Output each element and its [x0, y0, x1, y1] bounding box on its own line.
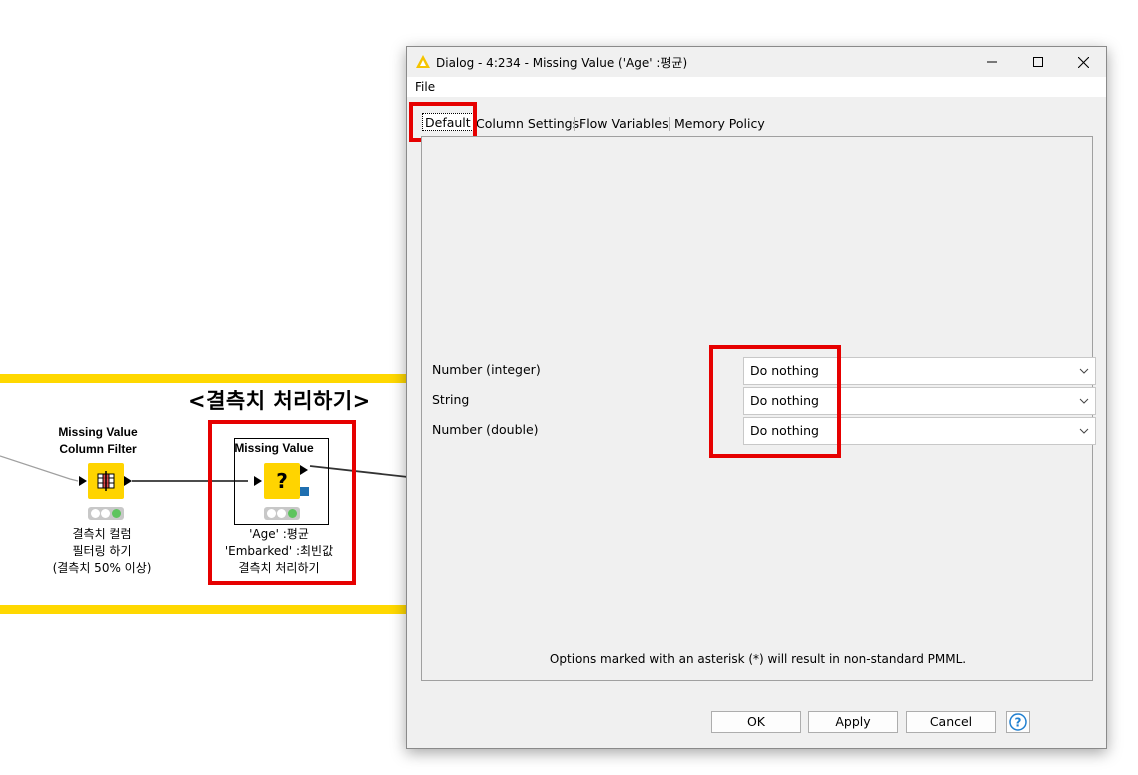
menu-file[interactable]: File	[415, 80, 435, 94]
missing-value-dialog: Dialog - 4:234 - Missing Value ('Age' :평…	[406, 46, 1107, 749]
node1-output-port[interactable]	[124, 476, 132, 486]
pmml-note: Options marked with an asterisk (*) will…	[549, 652, 967, 666]
close-icon	[1077, 56, 1089, 68]
maximize-icon	[1033, 57, 1043, 67]
status-dot-green	[112, 509, 122, 518]
dialog-title: Dialog - 4:234 - Missing Value ('Age' :평…	[436, 56, 688, 70]
node2-highlight	[208, 420, 356, 585]
tab-separator	[669, 117, 670, 131]
node1-label-line1: 결측치 컬럼	[72, 527, 132, 541]
tab-column-settings[interactable]: Column Settings	[476, 115, 579, 133]
svg-text:?: ?	[1015, 716, 1022, 730]
select-values-highlight	[709, 345, 841, 458]
minimize-button[interactable]	[969, 47, 1015, 77]
tab-separator	[574, 117, 575, 131]
tab-memory-policy[interactable]: Memory Policy	[674, 115, 765, 133]
chevron-down-icon	[1079, 428, 1089, 434]
node1-label-line3: (결측치 50% 이상)	[52, 561, 152, 575]
chevron-down-icon	[1079, 398, 1089, 404]
minimize-icon	[987, 61, 997, 63]
node1-input-port[interactable]	[79, 476, 87, 486]
node1-label-line2: 필터링 하기	[72, 544, 132, 558]
close-button[interactable]	[1060, 47, 1106, 77]
node1-icon[interactable]	[88, 463, 124, 499]
status-dot-yellow	[101, 509, 111, 518]
number-double-label: Number (double)	[432, 422, 539, 437]
knime-canvas: <결측치 처리하기> Missing Value Column Filter 결…	[0, 0, 1138, 775]
ok-button[interactable]: OK	[711, 711, 801, 733]
dialog-titlebar[interactable]: Dialog - 4:234 - Missing Value ('Age' :평…	[407, 47, 1106, 77]
knime-logo-icon	[416, 55, 430, 68]
apply-button[interactable]: Apply	[808, 711, 898, 733]
cancel-button[interactable]: Cancel	[906, 711, 996, 733]
tab-flow-variables[interactable]: Flow Variables	[579, 115, 669, 133]
default-tab-panel: Number (integer) Do nothing String Do no…	[421, 136, 1096, 681]
status-dot-red	[90, 509, 100, 518]
number-integer-label: Number (integer)	[432, 362, 541, 377]
chevron-down-icon	[1079, 368, 1089, 374]
column-filter-icon	[97, 471, 115, 491]
string-label: String	[432, 392, 470, 407]
maximize-button[interactable]	[1015, 47, 1061, 77]
node1-title-line2: Column Filter	[59, 442, 137, 456]
node1-label[interactable]: 결측치 컬럼 필터링 하기 (결측치 50% 이상)	[40, 526, 164, 577]
dialog-menubar: File	[407, 77, 1106, 97]
help-button[interactable]: ?	[1006, 711, 1030, 733]
help-icon: ?	[1009, 713, 1027, 731]
node1-title-line1: Missing Value	[58, 425, 138, 439]
node1-status	[88, 507, 124, 520]
node1-title: Missing Value Column Filter	[48, 424, 148, 458]
